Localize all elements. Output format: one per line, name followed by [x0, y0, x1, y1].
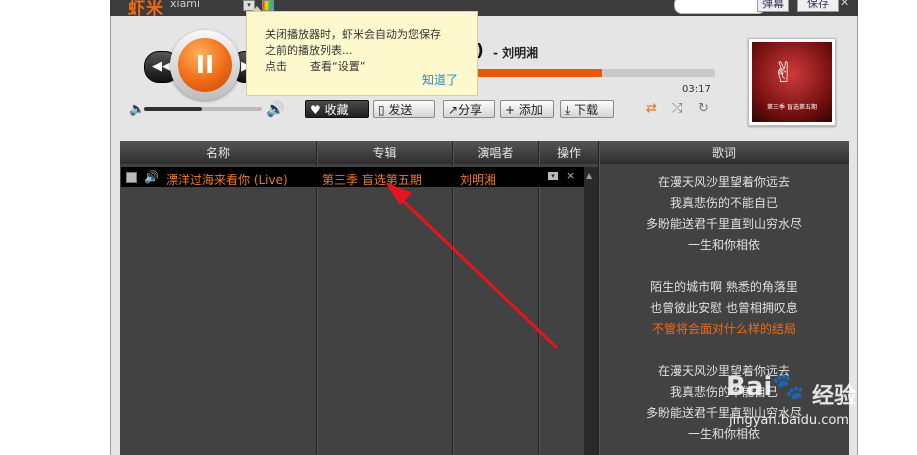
share-button[interactable]: ↗分享	[443, 100, 495, 118]
search-input[interactable]	[674, 0, 766, 14]
save-button[interactable]: 保存	[797, 0, 839, 12]
download-label: 下载	[574, 103, 599, 117]
elapsed-time: 03:17	[682, 84, 711, 95]
lyric-line: 陌生的城市啊 熟悉的角落里	[650, 280, 798, 294]
repeat-icon[interactable]: ⇄	[646, 101, 657, 116]
watermark-paw-icon: Bai🐾	[726, 372, 805, 402]
lyric-line: 也曾彼此安慰 也曾相拥叹息	[650, 301, 798, 315]
barrage-button[interactable]: 弹幕	[757, 0, 789, 12]
row-song-name[interactable]: 漂洋过海来看你 (Live)	[166, 171, 288, 188]
column-divider	[452, 141, 454, 455]
plus-icon: +	[505, 103, 519, 117]
skin-palette-icon[interactable]	[262, 0, 274, 11]
row-album-name[interactable]: 第三季 盲选第五期	[322, 171, 422, 188]
tooltip-text-line1: 关闭播放器时，虾米会自动为您保存	[265, 28, 441, 41]
favorite-label: 收藏	[324, 103, 349, 117]
add-button[interactable]: + 添加	[500, 100, 554, 118]
tooltip-text-line2: 之前的播放列表...	[265, 44, 353, 57]
send-button[interactable]: ▯ 发送	[373, 100, 435, 118]
send-label: 发送	[388, 103, 413, 117]
lyric-line: 我真悲伤的不能自已	[669, 196, 778, 210]
row-menu-icon[interactable]: ▾	[548, 172, 558, 180]
close-icon[interactable]: ✕	[840, 0, 854, 10]
lyric-line: 在漫天风沙里望着你远去	[657, 175, 790, 189]
app-logo-en: xiami	[170, 0, 201, 10]
page-left-margin	[0, 0, 110, 455]
volume-max-icon[interactable]: 🔊	[266, 100, 285, 118]
column-header-lyrics: 歌词	[711, 146, 736, 160]
album-cover-emblem: ✌	[772, 56, 796, 89]
progress-fill	[470, 69, 603, 77]
app-logo: 虾米	[128, 0, 164, 19]
column-header-album[interactable]: 专辑	[317, 141, 452, 164]
share-icon: ↗	[448, 103, 459, 117]
lyric-line: 多盼能送君千里直到山穷水尽	[645, 217, 802, 231]
volume-fill	[144, 107, 202, 111]
tooltip-dismiss-link[interactable]: 知道了	[422, 71, 458, 88]
watermark-brand: 经验	[812, 384, 857, 409]
add-label: 添加	[518, 103, 543, 117]
column-divider	[316, 141, 318, 455]
album-cover-caption: 第三季 盲选第五期	[767, 104, 817, 111]
column-header-artist[interactable]: 演唱者	[453, 141, 538, 164]
heart-icon: ♥	[310, 103, 325, 117]
phone-icon: ▯	[378, 103, 389, 117]
volume-mute-icon[interactable]: 🔈	[129, 102, 145, 117]
lyric-line: 一生和你相依	[687, 238, 760, 252]
shuffle-icon[interactable]: ⤮	[672, 101, 682, 116]
lyric-line-current: 不管将会面对什么样的结局	[651, 322, 796, 336]
lyric-line: 在漫天风沙里望着你远去	[657, 364, 790, 378]
tooltip-settings-text: 查看“设置”	[310, 60, 366, 73]
page-right-margin	[858, 0, 917, 455]
lyric-line: 我真悲伤的不能自已	[669, 385, 778, 399]
column-divider	[538, 141, 540, 455]
row-delete-icon[interactable]: ×	[566, 169, 575, 182]
tooltip-click-text: 点击	[265, 60, 287, 73]
watermark-url: jingyan.baidu.com	[729, 413, 849, 428]
column-header-ops: 操作	[556, 146, 581, 160]
row-artist-name[interactable]: 刘明湘	[460, 171, 496, 188]
scroll-up-icon[interactable]: ▲	[586, 171, 592, 180]
single-loop-icon[interactable]: ↻	[698, 101, 709, 116]
favorite-button[interactable]: ♥ 收藏	[305, 100, 369, 118]
playlist-scrollbar[interactable]	[584, 167, 598, 455]
column-header-name[interactable]: 名称	[120, 141, 316, 164]
share-label: 分享	[458, 103, 483, 117]
now-playing-speaker-icon: 🔊	[144, 170, 159, 184]
now-playing-artist[interactable]: - 刘明湘	[493, 44, 538, 61]
pause-button[interactable]: II	[178, 38, 232, 92]
download-button[interactable]: ⤓ 下载	[560, 100, 614, 118]
row-checkbox[interactable]	[126, 172, 137, 183]
download-icon: ⤓	[565, 103, 575, 117]
